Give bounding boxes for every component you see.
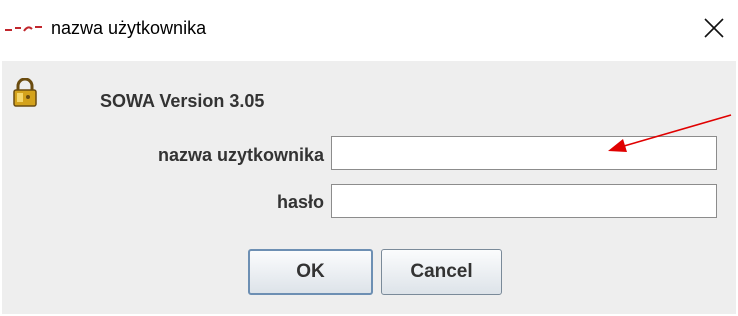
- version-label: SOWA Version 3.05: [100, 91, 265, 111]
- title-bar[interactable]: nazwa użytkownika: [0, 0, 738, 61]
- close-icon: [704, 18, 724, 38]
- password-input[interactable]: [331, 184, 717, 218]
- lock-icon: [13, 78, 37, 107]
- login-dialog-window: nazwa użytkownika SOWA Version 3.05 nazw…: [0, 0, 738, 316]
- java-cup-icon: [5, 26, 42, 32]
- username-label: nazwa uzytkownika: [157, 145, 324, 165]
- password-label: hasło: [276, 192, 324, 212]
- dialog-body: SOWA Version 3.05 nazwa uzytkownika hasł…: [2, 61, 736, 314]
- window-title: nazwa użytkownika: [51, 18, 207, 38]
- username-input[interactable]: [331, 136, 717, 170]
- ok-button[interactable]: OK: [248, 249, 373, 295]
- close-button[interactable]: [696, 10, 732, 46]
- cancel-button[interactable]: Cancel: [381, 249, 502, 295]
